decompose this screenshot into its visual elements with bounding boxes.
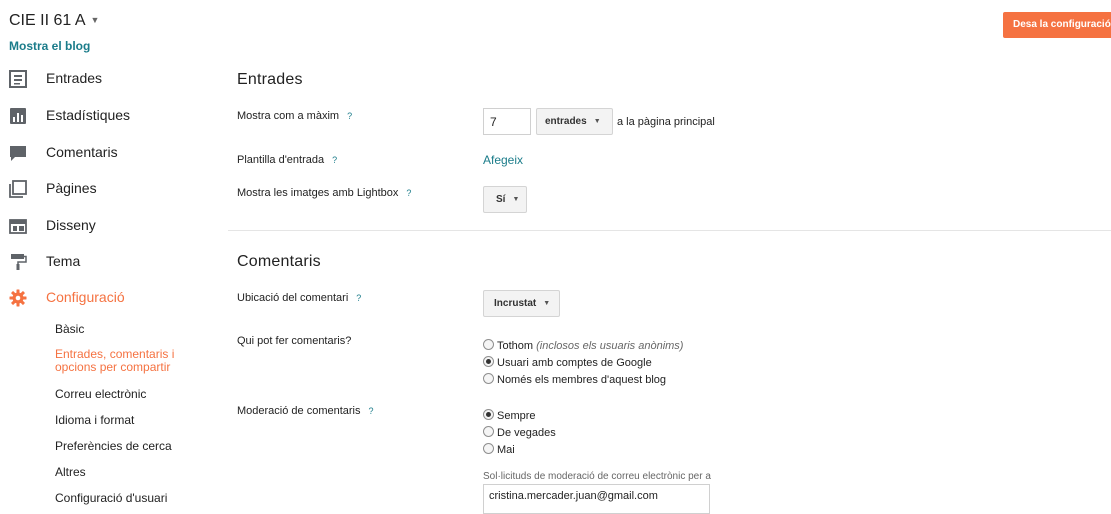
help-icon[interactable]: ? [369, 406, 374, 416]
who-can-comment-label: Qui pot fer comentaris? [237, 335, 352, 347]
subnav-language-format[interactable]: Idioma i format [55, 414, 134, 427]
posts-icon [9, 70, 27, 88]
help-icon[interactable]: ? [332, 155, 337, 165]
moderation-email-label: Sol·licituds de moderació de correu elec… [483, 471, 711, 482]
subnav-other[interactable]: Altres [55, 466, 86, 479]
gear-icon [9, 289, 27, 307]
subnav-basic[interactable]: Bàsic [55, 323, 84, 336]
sidebar-item-label: Configuració [46, 289, 125, 305]
comments-section-title: Comentaris [237, 253, 321, 270]
moderation-label: Moderació de comentaris? [237, 405, 374, 417]
radio-button[interactable] [483, 373, 494, 384]
chevron-down-icon: ▼ [90, 15, 100, 25]
radio-moderation-sometimes[interactable]: De vegades [483, 426, 556, 439]
sidebar-item-label: Entrades [46, 70, 103, 86]
radio-button-selected[interactable] [483, 356, 494, 367]
sidebar-item-label: Disseny [46, 217, 96, 233]
radio-button[interactable] [483, 443, 494, 454]
sidebar-item-label: Estadístiques [46, 107, 131, 123]
radio-button[interactable] [483, 426, 494, 437]
chevron-down-icon: ▼ [593, 118, 601, 125]
radio-blog-members[interactable]: Només els membres d'aquest blog [483, 373, 666, 386]
radio-moderation-never[interactable]: Mai [483, 443, 515, 456]
layout-icon [9, 219, 27, 234]
chevron-down-icon: ▼ [512, 196, 520, 203]
view-blog-link[interactable]: Mostra el blog [9, 39, 90, 53]
add-template-link[interactable]: Afegeix [483, 153, 523, 167]
lightbox-label: Mostra les imatges amb Lightbox? [237, 187, 412, 199]
sidebar-item-label: Tema [46, 253, 81, 269]
pages-icon [9, 180, 27, 198]
comments-icon [10, 146, 26, 161]
subnav-user-settings[interactable]: Configuració d'usuari [55, 492, 167, 505]
subnav-email[interactable]: Correu electrònic [55, 388, 146, 401]
section-divider [228, 230, 1111, 231]
sidebar-item-theme[interactable]: Tema [9, 249, 209, 275]
comment-location-label: Ubicació del comentari? [237, 292, 362, 304]
lightbox-dropdown[interactable]: Sí ▼ [483, 186, 527, 213]
sidebar-item-layout[interactable]: Disseny [9, 213, 209, 239]
sidebar-item-settings[interactable]: Configuració [9, 285, 209, 311]
radio-button[interactable] [483, 339, 494, 350]
max-posts-input[interactable]: 7 [483, 108, 531, 135]
sidebar-item-comments[interactable]: Comentaris [9, 140, 209, 166]
moderation-email-input[interactable]: cristina.mercader.juan@gmail.com [483, 484, 710, 514]
radio-everyone[interactable]: Tothom (inclosos els usuaris anònims) [483, 339, 683, 352]
sidebar-item-label: Comentaris [46, 144, 118, 160]
blog-selector[interactable]: CIE II 61 A ▼ [9, 12, 99, 30]
stats-icon [10, 108, 26, 124]
posts-unit-suffix: a la pàgina principal [617, 116, 715, 128]
sidebar-item-pages[interactable]: Pàgines [9, 176, 209, 202]
max-posts-label: Mostra com a màxim? [237, 110, 353, 122]
subnav-posts-comments-sharing[interactable]: Entrades, comentaris i opcions per compa… [55, 348, 205, 374]
paint-roller-icon [11, 254, 27, 270]
posts-unit-dropdown[interactable]: entrades ▼ [536, 108, 613, 135]
sidebar-item-stats[interactable]: Estadístiques [9, 103, 209, 129]
radio-button-selected[interactable] [483, 409, 494, 420]
help-icon[interactable]: ? [347, 111, 352, 121]
posts-section-title: Entrades [237, 71, 303, 88]
help-icon[interactable]: ? [406, 188, 411, 198]
help-icon[interactable]: ? [356, 293, 361, 303]
chevron-down-icon: ▼ [543, 300, 551, 307]
save-settings-button[interactable]: Desa la configuració [1003, 12, 1111, 38]
blog-title: CIE II 61 A [9, 12, 86, 29]
sidebar-item-label: Pàgines [46, 180, 97, 196]
radio-google-accounts[interactable]: Usuari amb comptes de Google [483, 356, 652, 369]
radio-moderation-always[interactable]: Sempre [483, 409, 536, 422]
post-template-label: Plantilla d'entrada? [237, 154, 338, 166]
comment-location-dropdown[interactable]: Incrustat ▼ [483, 290, 560, 317]
subnav-search-preferences[interactable]: Preferències de cerca [55, 440, 172, 453]
sidebar-item-posts[interactable]: Entrades [9, 66, 209, 92]
